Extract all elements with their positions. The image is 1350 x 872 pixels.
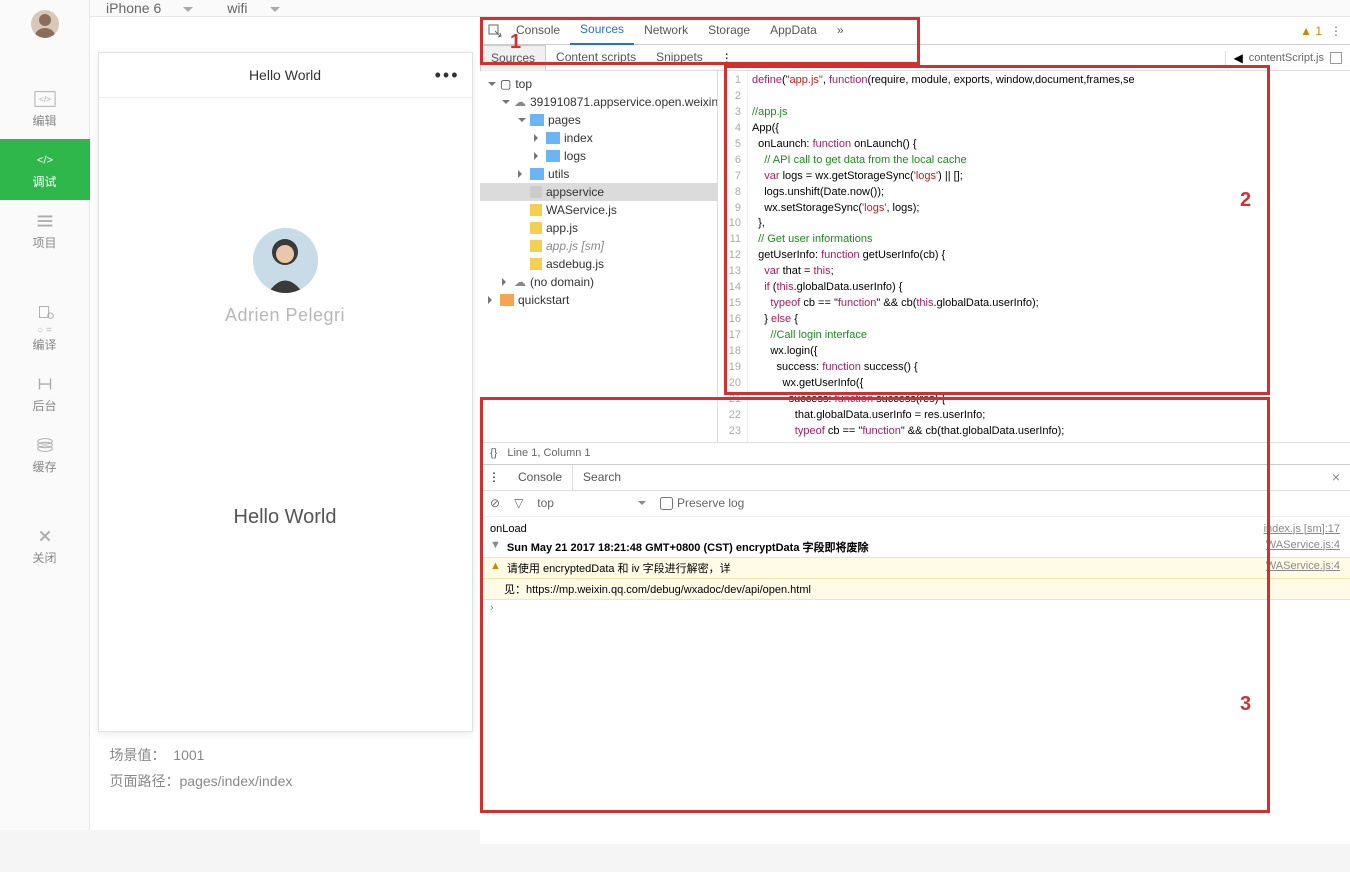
sidebar-label: 编译 xyxy=(32,338,56,352)
tree-pages[interactable]: pages xyxy=(480,111,717,129)
sidebar-label: 项目 xyxy=(32,236,56,250)
source-link[interactable]: WAService.js:4 xyxy=(1266,560,1340,576)
sidebar-label: 缓存 xyxy=(32,460,56,474)
top-toolbar: iPhone 6 wifi xyxy=(90,0,1350,17)
user-avatar[interactable] xyxy=(253,228,318,293)
console-output: onLoad index.js [sm]:17 ▼ Sun May 21 201… xyxy=(480,517,1350,844)
avatar[interactable] xyxy=(31,10,59,38)
file-tree: ▢top ☁391910871.appservice.open.weixin.q… xyxy=(480,71,718,442)
tab-storage[interactable]: Storage xyxy=(698,17,760,44)
menu-icon xyxy=(34,212,56,230)
drawer-tab-search[interactable]: Search xyxy=(573,465,631,490)
sidebar-item-background[interactable]: 后台 xyxy=(0,363,90,424)
tree-domain[interactable]: ☁391910871.appservice.open.weixin.q xyxy=(480,93,717,111)
devtools-tabs: Console Sources Network Storage AppData … xyxy=(480,17,1350,45)
drawer-more-icon[interactable]: ⋮ xyxy=(480,470,508,484)
tree-top[interactable]: ▢top xyxy=(480,75,717,93)
line-gutter: 1234567891011121314151617181920212223 xyxy=(718,71,748,442)
more-icon[interactable]: ••• xyxy=(435,65,460,86)
code-icon: </> xyxy=(34,90,56,108)
tree-nodomain[interactable]: ☁(no domain) xyxy=(480,273,717,291)
console-drawer: ⋮ Console Search × ⊘ ▽ top Preserve log … xyxy=(480,464,1350,844)
tree-waservice[interactable]: WAService.js xyxy=(480,201,717,219)
console-prompt[interactable]: › xyxy=(480,600,1350,616)
tree-appservice[interactable]: appservice xyxy=(480,183,717,201)
left-sidebar: </> 编辑 </> 调试 项目 ○ = 编译 后台 缓存 关闭 xyxy=(0,0,90,830)
simulator-pane: Hello World ••• Adrien Pelegri Hello Wor… xyxy=(90,17,480,844)
svg-text:</>: </> xyxy=(39,95,51,104)
drawer-close-icon[interactable]: × xyxy=(1322,469,1350,485)
page-title: Hello World xyxy=(249,67,321,83)
tree-utils[interactable]: utils xyxy=(480,165,717,183)
phone-frame: Hello World ••• Adrien Pelegri Hello Wor… xyxy=(98,52,473,732)
background-icon xyxy=(34,375,56,393)
tree-asdebug[interactable]: asdebug.js xyxy=(480,255,717,273)
network-selector[interactable]: wifi xyxy=(211,0,297,16)
tree-appjs-sm[interactable]: app.js [sm] xyxy=(480,237,717,255)
user-name: Adrien Pelegri xyxy=(99,305,472,326)
sidebar-label: 后台 xyxy=(32,399,56,413)
sidebar-label: 调试 xyxy=(32,175,56,189)
sidebar-item-cache[interactable]: 缓存 xyxy=(0,424,90,485)
sidebar-item-debug[interactable]: </> 调试 xyxy=(0,139,90,200)
sidebar-label: 关闭 xyxy=(32,551,56,565)
inspect-icon[interactable] xyxy=(488,24,502,38)
sidebar-item-compile[interactable]: ○ = 编译 xyxy=(0,291,90,363)
editor-status: {}Line 1, Column 1 xyxy=(480,442,1350,464)
preserve-log-checkbox[interactable]: Preserve log xyxy=(660,496,744,510)
clear-console-icon[interactable]: ⊘ xyxy=(490,496,500,510)
tab-sources[interactable]: Sources xyxy=(570,16,634,45)
kebab-icon[interactable]: ⋮ xyxy=(1330,24,1342,38)
sidebar-item-project[interactable]: 项目 xyxy=(0,200,90,261)
tree-logs[interactable]: logs xyxy=(480,147,717,165)
debug-icon: </> xyxy=(34,151,56,169)
filter-icon[interactable]: ▽ xyxy=(514,496,523,510)
tree-appjs[interactable]: app.js xyxy=(480,219,717,237)
scene-value: 1001 xyxy=(173,747,204,763)
device-selector[interactable]: iPhone 6 xyxy=(90,0,211,16)
page-path: pages/index/index xyxy=(180,773,293,789)
compile-icon xyxy=(34,303,56,321)
close-icon xyxy=(34,527,56,545)
sources-subtabs: Sources Content scripts Snippets ⋮ ◀ con… xyxy=(480,45,1350,71)
sidebar-label: 编辑 xyxy=(32,114,56,128)
tab-more[interactable]: » xyxy=(827,17,854,44)
console-warning[interactable]: ▲ 请使用 encryptedData 和 iv 字段进行解密，详 WAServ… xyxy=(480,557,1350,579)
tab-network[interactable]: Network xyxy=(634,17,698,44)
subtab-more[interactable]: ⋮ xyxy=(713,51,741,65)
sidebar-item-edit[interactable]: </> 编辑 xyxy=(0,78,90,139)
body-text: Hello World xyxy=(99,506,472,529)
devtools-pane: 1 2 3 Wxml Sensor Console Sources Networ… xyxy=(480,17,1350,844)
warning-badge[interactable]: ▲ 1 xyxy=(1300,24,1322,38)
open-file-tab[interactable]: contentScript.js xyxy=(1249,52,1324,64)
warning-icon: ▲ xyxy=(490,560,501,576)
source-link[interactable]: WAService.js:4 xyxy=(1266,539,1340,555)
console-line[interactable]: ▼ Sun May 21 2017 18:21:48 GMT+0800 (CST… xyxy=(480,537,1350,557)
subtab-snippets[interactable]: Snippets xyxy=(646,45,713,70)
preview-footer: 场景值： 1001 页面路径：pages/index/index xyxy=(98,742,473,794)
tab-appdata[interactable]: AppData xyxy=(760,17,827,44)
context-selector[interactable]: top xyxy=(537,496,646,510)
tree-index[interactable]: index xyxy=(480,129,717,147)
code-editor[interactable]: 1234567891011121314151617181920212223 de… xyxy=(718,71,1350,442)
cache-icon xyxy=(34,436,56,454)
code-content[interactable]: define("app.js", function(require, modul… xyxy=(748,71,1350,442)
tree-quickstart[interactable]: quickstart xyxy=(480,291,717,309)
source-link[interactable]: index.js [sm]:17 xyxy=(1264,523,1340,535)
subtab-content-scripts[interactable]: Content scripts xyxy=(546,45,646,70)
sidebar-item-close[interactable]: 关闭 xyxy=(0,515,90,576)
prev-file-icon[interactable]: ◀ xyxy=(1234,51,1243,65)
drawer-tab-console[interactable]: Console xyxy=(508,465,573,490)
console-warning[interactable]: 见：https://mp.weixin.qq.com/debug/wxadoc/… xyxy=(480,579,1350,600)
collapse-icon[interactable] xyxy=(1330,52,1342,64)
console-line[interactable]: onLoad index.js [sm]:17 xyxy=(480,521,1350,537)
svg-text:</>: </> xyxy=(37,155,53,167)
